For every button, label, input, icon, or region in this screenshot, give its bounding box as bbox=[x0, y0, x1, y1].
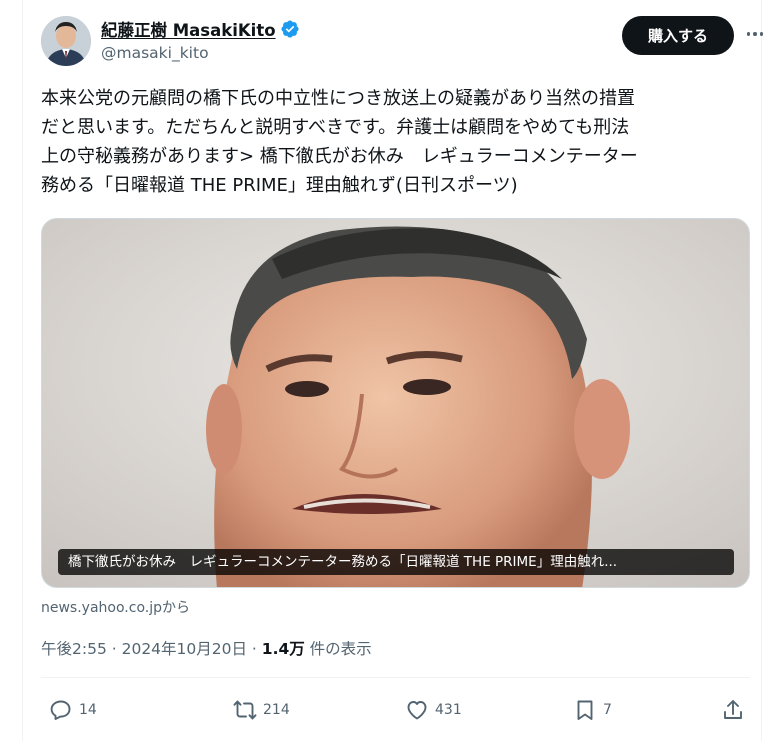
bookmark-icon bbox=[577, 700, 593, 720]
verified-badge-icon[interactable] bbox=[280, 19, 300, 39]
dot bbox=[759, 32, 764, 36]
repost-button[interactable]: 214 bbox=[233, 693, 290, 727]
views-label: 件の表示 bbox=[304, 640, 372, 658]
reply-button[interactable]: 14 bbox=[49, 693, 97, 727]
post-time[interactable]: 午後2:55 bbox=[41, 640, 107, 658]
views-count: 1.4万 bbox=[261, 640, 305, 658]
link-source[interactable]: news.yahoo.co.jpから bbox=[41, 597, 190, 617]
display-name-row: 紀藤正樹 MasakiKito bbox=[101, 18, 300, 40]
buy-button[interactable]: 購入する bbox=[622, 16, 734, 55]
action-bar: 14 214 431 7 bbox=[41, 693, 750, 727]
bookmark-count: 7 bbox=[603, 702, 612, 718]
tweet-card: 紀藤正樹 MasakiKito @masaki_kito 購入する 本来公党の元… bbox=[22, 0, 764, 741]
reply-icon bbox=[50, 700, 71, 720]
post-date[interactable]: 2024年10月20日 bbox=[122, 640, 247, 658]
repost-icon bbox=[233, 700, 257, 720]
author-names: 紀藤正樹 MasakiKito @masaki_kito bbox=[101, 18, 300, 62]
like-button[interactable]: 431 bbox=[405, 693, 462, 727]
avatar[interactable] bbox=[41, 16, 91, 66]
link-card-media[interactable]: 橋下徹氏がお休み レギュラーコメンテーター務める「日曜報道 THE PRIME」… bbox=[41, 218, 750, 588]
media-caption: 橋下徹氏がお休み レギュラーコメンテーター務める「日曜報道 THE PRIME」… bbox=[58, 549, 734, 575]
tweet-meta: 午後2:55 · 2024年10月20日 · 1.4万 件の表示 bbox=[41, 637, 372, 659]
author-handle[interactable]: @masaki_kito bbox=[101, 44, 300, 62]
tweet-header: 紀藤正樹 MasakiKito @masaki_kito 購入する bbox=[41, 14, 764, 68]
share-button[interactable] bbox=[721, 693, 745, 727]
reply-count: 14 bbox=[79, 702, 97, 718]
like-count: 431 bbox=[435, 702, 462, 718]
share-icon bbox=[724, 700, 742, 719]
dot bbox=[746, 32, 751, 36]
divider bbox=[41, 677, 750, 678]
meta-separator: · bbox=[106, 640, 122, 658]
repost-count: 214 bbox=[263, 702, 290, 718]
news-photo bbox=[42, 219, 749, 587]
meta-separator: · bbox=[247, 640, 262, 658]
more-horizontal-icon[interactable] bbox=[745, 24, 765, 44]
tweet-text: 本来公党の元顧問の橋下氏の中立性につき放送上の疑義があり当然の措置 だと思います… bbox=[41, 88, 638, 196]
bookmark-button[interactable]: 7 bbox=[573, 693, 612, 727]
avatar-image bbox=[41, 16, 91, 66]
author-display-name[interactable]: 紀藤正樹 MasakiKito bbox=[101, 17, 276, 41]
dot bbox=[753, 32, 757, 36]
heart-icon bbox=[407, 701, 427, 720]
